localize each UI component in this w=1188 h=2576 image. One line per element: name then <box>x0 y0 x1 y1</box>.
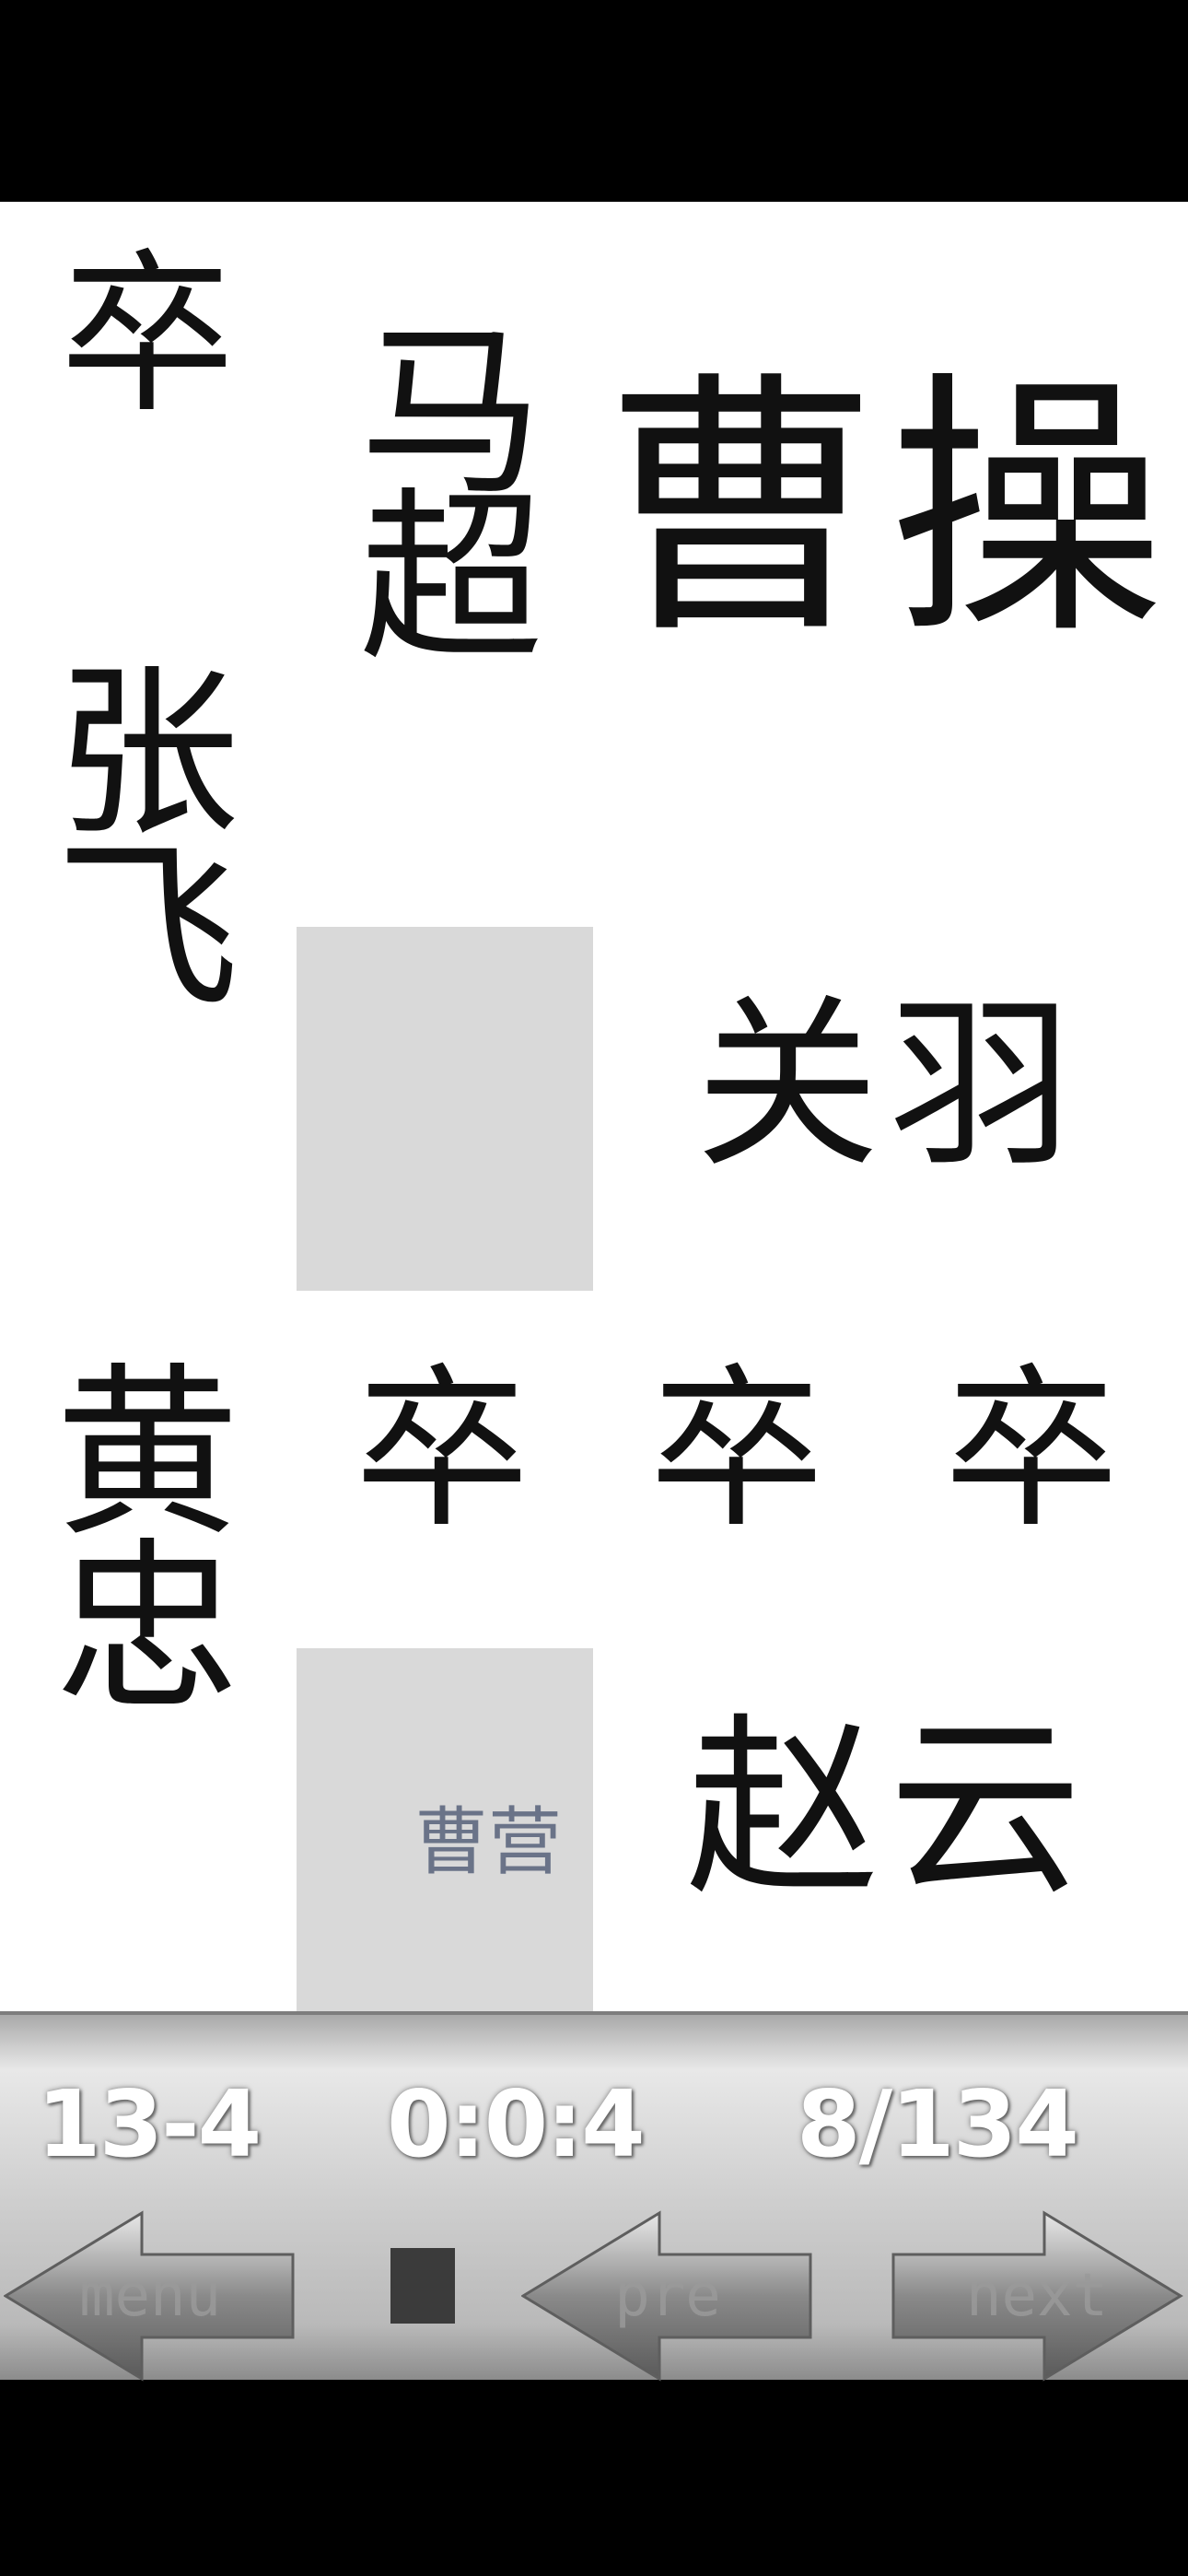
level-indicator: 13-4 <box>37 2070 262 2178</box>
next-button[interactable]: next <box>890 2208 1184 2383</box>
zhao-yun-piece[interactable]: 赵 云 <box>645 1713 1124 1906</box>
ma-chao-piece[interactable]: 马 超 <box>341 322 562 672</box>
zhang-fei-char-2: 飞 <box>54 822 239 1036</box>
exit-label: 曹营 <box>414 1799 562 1885</box>
empty-cell <box>297 927 593 1291</box>
prev-button[interactable]: pre <box>521 2208 814 2383</box>
puzzle-board: 曹营 卒 马 超 曹 操 张 飞 关 羽 黄 忠 卒 卒 卒 赵 云 <box>0 202 1188 2011</box>
soldier-piece[interactable]: 卒 <box>921 1363 1142 1538</box>
menu-label: menu <box>78 2262 222 2330</box>
next-label: next <box>965 2262 1109 2330</box>
soldier-char: 卒 <box>648 1348 824 1551</box>
zhao-yun-char-1: 赵 <box>685 1696 879 1922</box>
cao-cao-char-2: 操 <box>889 349 1165 671</box>
ma-chao-char-2: 超 <box>358 472 543 686</box>
prev-label: pre <box>614 2262 721 2330</box>
guan-yu-piece[interactable]: 关 羽 <box>645 994 1124 1178</box>
timer-display: 0:0:4 <box>387 2070 646 2178</box>
zhao-yun-char-2: 云 <box>889 1696 1083 1922</box>
stop-icon[interactable] <box>390 2248 455 2324</box>
soldier-piece[interactable]: 卒 <box>332 1363 553 1538</box>
soldier-piece[interactable]: 卒 <box>37 248 258 423</box>
zhang-fei-char-1: 张 <box>54 647 239 861</box>
huang-zhong-char-2: 忠 <box>54 1522 239 1737</box>
soldier-char: 卒 <box>354 1348 530 1551</box>
cao-cao-char-1: 曹 <box>603 349 879 671</box>
control-bar: 13-4 0:0:4 8/134 menu pre next <box>0 2011 1188 2383</box>
huang-zhong-piece[interactable]: 黄 忠 <box>37 1363 258 1722</box>
soldier-piece[interactable]: 卒 <box>626 1363 847 1538</box>
zhang-fei-piece[interactable]: 张 飞 <box>37 662 258 1022</box>
guan-yu-char-2: 羽 <box>889 978 1074 1193</box>
progress-counter: 8/134 <box>797 2070 1079 2178</box>
guan-yu-char-1: 关 <box>694 978 879 1193</box>
soldier-char: 卒 <box>59 233 235 437</box>
huang-zhong-char-1: 黄 <box>54 1347 239 1562</box>
soldier-char: 卒 <box>943 1348 1119 1551</box>
cao-cao-piece[interactable]: 曹 操 <box>603 372 1165 649</box>
menu-button[interactable]: menu <box>4 2208 297 2383</box>
